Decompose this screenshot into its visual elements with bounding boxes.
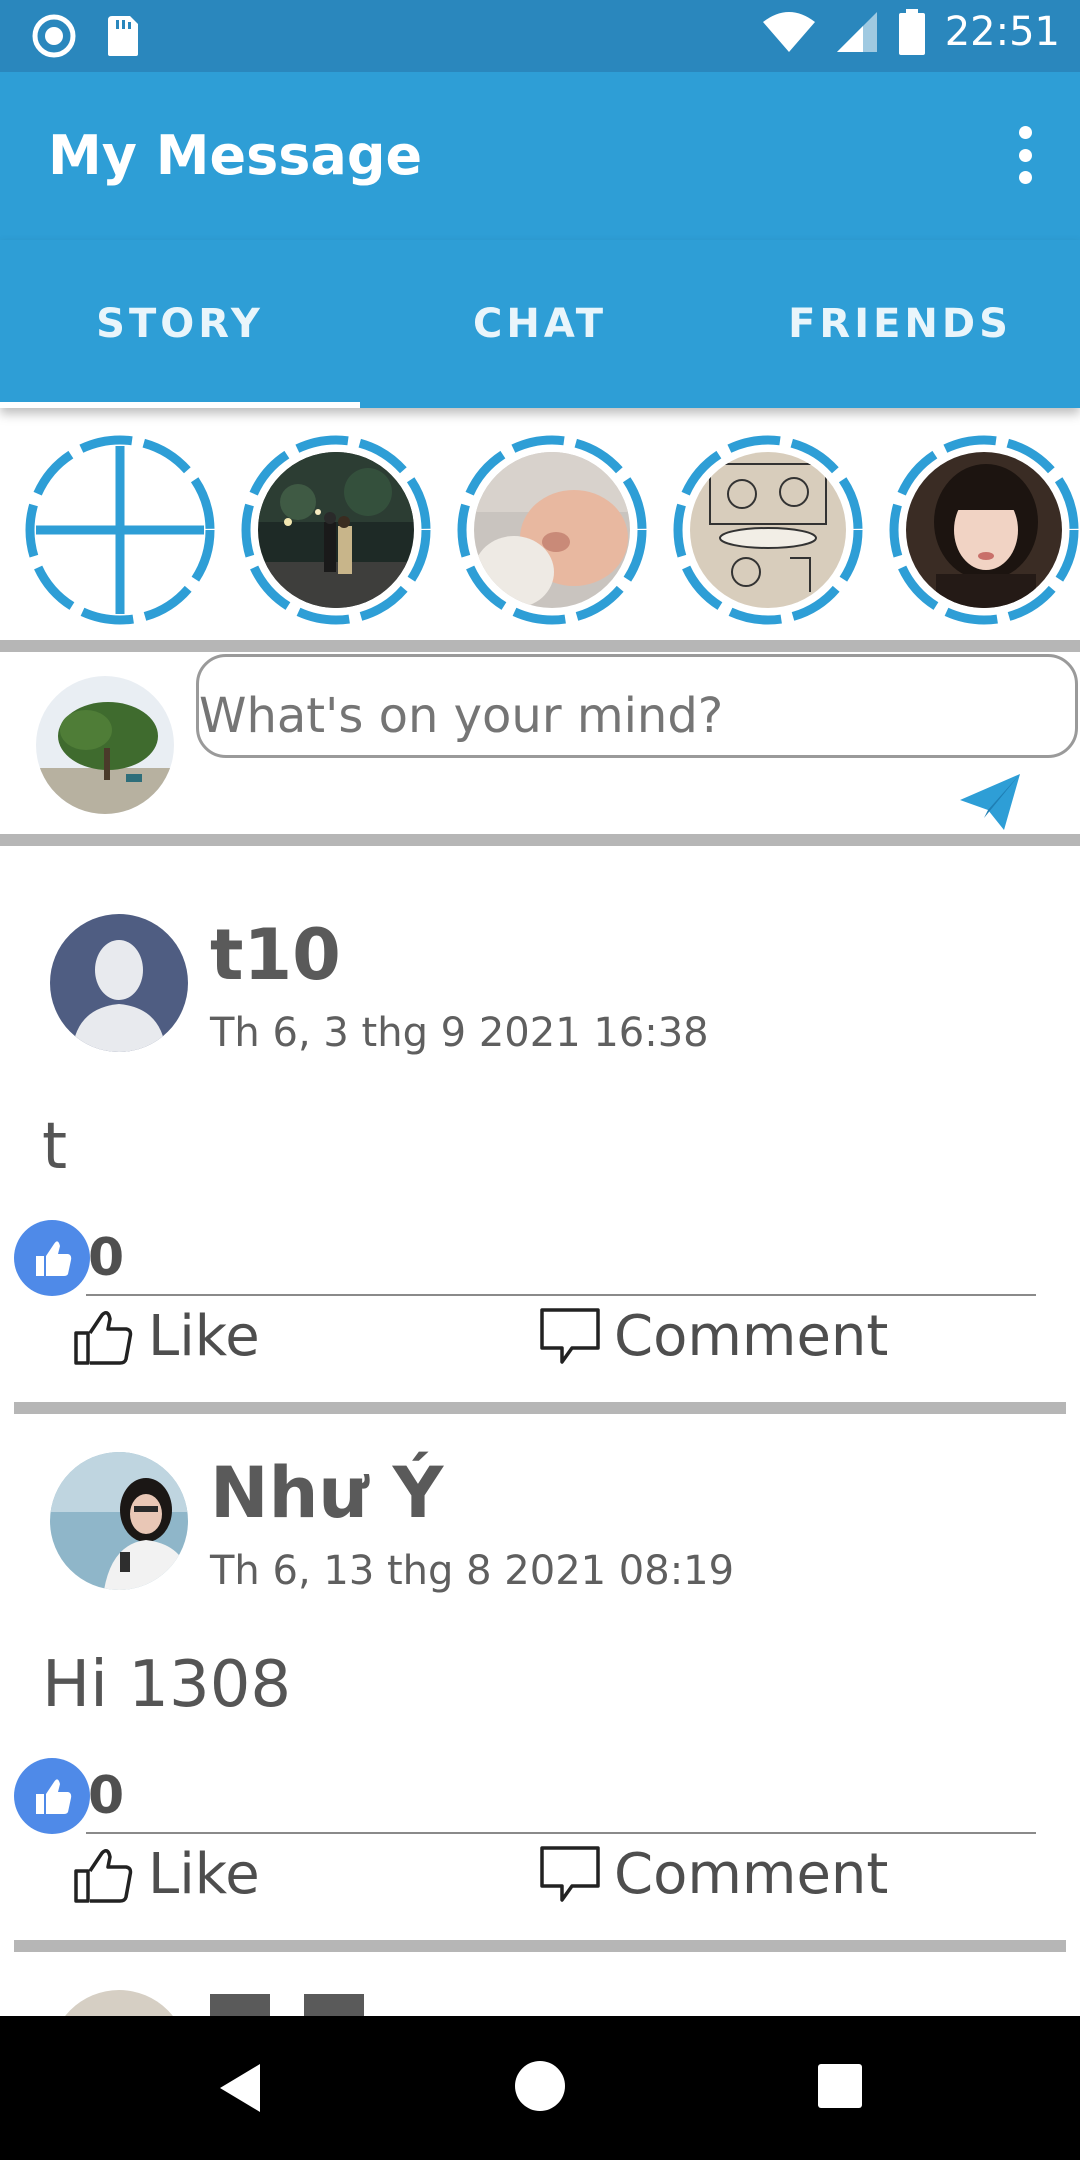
post-card: t10 Th 6, 3 thg 9 2021 16:38 t 0 Like Co…: [0, 914, 1080, 1414]
like-badge-icon: [14, 1220, 90, 1296]
separator: [86, 1294, 1036, 1296]
divider: [14, 1402, 1066, 1414]
story-item[interactable]: [886, 432, 1080, 628]
like-count: 0: [88, 1228, 125, 1288]
comment-icon: [540, 1307, 600, 1364]
post-input[interactable]: [196, 654, 1078, 758]
sd-card-icon: [108, 16, 138, 56]
comment-label: Comment: [614, 1842, 889, 1907]
post-content: t: [42, 1110, 68, 1184]
tab-friends[interactable]: FRIENDS: [720, 240, 1080, 408]
stories-row: [0, 420, 1080, 640]
post-content: Hi 1308: [42, 1648, 292, 1722]
recents-icon[interactable]: [816, 2062, 864, 2110]
post-author[interactable]: t10: [210, 914, 341, 996]
story-comic-sketch: [690, 452, 846, 608]
my-avatar: [36, 676, 174, 814]
like-label: Like: [148, 1304, 260, 1369]
add-story-icon: [25, 435, 215, 625]
app-bar: My Message: [0, 72, 1080, 240]
like-button[interactable]: Like: [72, 1842, 260, 1907]
story-night-street: [258, 452, 414, 608]
comment-button[interactable]: Comment: [538, 1842, 888, 1907]
status-time: 22:51: [944, 9, 1060, 55]
story-baby: [474, 452, 630, 608]
record-icon: [32, 14, 76, 58]
like-button[interactable]: Like: [72, 1304, 260, 1369]
post-composer: [0, 652, 1080, 834]
divider: [0, 640, 1080, 652]
post-author[interactable]: Như Ý: [210, 1452, 443, 1534]
more-vertical-icon[interactable]: [1000, 120, 1050, 190]
next-post-author-preview: [210, 1994, 430, 2016]
send-icon[interactable]: [958, 772, 1022, 832]
post-time: Th 6, 13 thg 8 2021 08:19: [210, 1548, 735, 1594]
like-label: Like: [148, 1842, 260, 1907]
like-badge-icon: [14, 1758, 90, 1834]
divider: [0, 834, 1080, 846]
wifi-icon: [762, 12, 815, 52]
tab-story[interactable]: STORY: [0, 240, 360, 408]
post-card: Như Ý Th 6, 13 thg 8 2021 08:19 Hi 1308 …: [0, 1452, 1080, 1952]
post-avatar[interactable]: [50, 914, 188, 1052]
comment-label: Comment: [614, 1304, 889, 1369]
tab-chat[interactable]: CHAT: [360, 240, 720, 408]
battery-icon: [898, 9, 925, 55]
add-story-button[interactable]: [22, 432, 218, 628]
like-count: 0: [88, 1766, 125, 1826]
status-bar: 22:51: [0, 0, 1080, 72]
thumbs-up-icon: [74, 1848, 133, 1903]
comment-icon: [540, 1845, 600, 1902]
story-girl-portrait: [906, 452, 1062, 608]
navigation-bar: [0, 2016, 1080, 2160]
back-icon[interactable]: [214, 2060, 266, 2116]
thumbs-up-icon: [74, 1310, 133, 1365]
story-item[interactable]: [238, 432, 434, 628]
tab-bar: STORY CHAT FRIENDS: [0, 240, 1080, 408]
post-avatar[interactable]: [50, 1452, 188, 1590]
screen: 22:51 My Message STORY CHAT FRIENDS What…: [0, 0, 1080, 2160]
post-time: Th 6, 3 thg 9 2021 16:38: [210, 1010, 709, 1056]
signal-icon: [836, 12, 877, 52]
divider: [14, 1940, 1066, 1952]
story-item[interactable]: [670, 432, 866, 628]
home-icon[interactable]: [514, 2060, 566, 2112]
story-item[interactable]: [454, 432, 650, 628]
app-title: My Message: [48, 124, 423, 187]
separator: [86, 1832, 1036, 1834]
comment-button[interactable]: Comment: [538, 1304, 888, 1369]
